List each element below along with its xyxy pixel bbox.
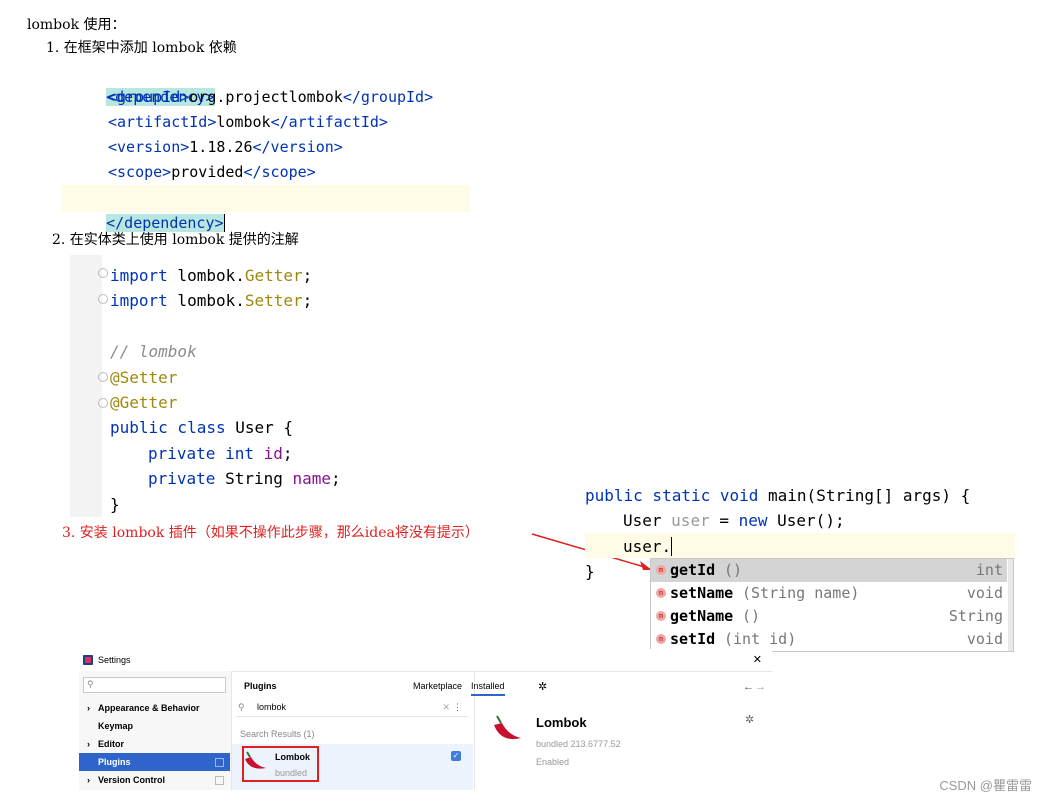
back-arrow-icon[interactable]: ← (743, 681, 754, 693)
xml-line-open: <dependency> (70, 60, 215, 106)
java-entity-code-block: import lombok.Getter; import lombok.Sett… (70, 255, 400, 517)
xml-line-groupid: <groupId>org.projectlombok</groupId> (108, 88, 434, 106)
project-scope-icon (215, 776, 224, 785)
setter-annotation: @Setter (110, 368, 178, 387)
heading: lombok 使用： (27, 17, 126, 33)
chili-pepper-icon (494, 715, 521, 740)
completion-item-getid[interactable]: m getId () int (651, 559, 1007, 582)
detail-version: bundled 213.6777.52 (536, 739, 621, 749)
main-close-brace: } (585, 562, 595, 581)
settings-title: Settings (98, 655, 131, 665)
enabled-checkbox[interactable]: ✓ (451, 751, 461, 761)
field-name: private String name; (148, 469, 341, 488)
project-scope-icon (215, 758, 224, 767)
gear-icon[interactable]: ✲ (745, 713, 754, 726)
import-line-2: import lombok.Setter; (110, 291, 313, 310)
completion-item-getname[interactable]: m getName () String (651, 605, 1007, 628)
tab-marketplace[interactable]: Marketplace (413, 681, 462, 691)
comment-line: // lombok (110, 342, 197, 361)
plugin-search-input[interactable]: ⚲ lombok ✕ ⋮ (236, 699, 468, 717)
method-icon: m (656, 565, 666, 575)
chevron-right-icon: › (87, 739, 90, 749)
settings-titlebar: Settings ✕ (79, 649, 772, 672)
step-2-text: 2. 在实体类上使用 lombok 提供的注解 (52, 232, 299, 248)
method-icon: m (656, 634, 666, 644)
fold-marker-icon[interactable] (98, 294, 108, 304)
chevron-right-icon: › (87, 775, 90, 785)
plugins-header: Plugins (244, 681, 277, 691)
popup-scrollbar[interactable] (1008, 559, 1013, 651)
nav-item-keymap[interactable]: Keymap (79, 717, 230, 735)
plugin-name: Lombok (275, 752, 310, 762)
main-signature: public static void main(String[] args) { (585, 486, 971, 505)
forward-arrow-icon[interactable]: → (755, 681, 766, 693)
search-results-label: Search Results (1) (240, 729, 315, 739)
fold-marker-icon[interactable] (98, 398, 108, 408)
nav-item-editor[interactable]: › Editor (79, 735, 230, 753)
completion-item-setid[interactable]: m setId (int id) void (651, 628, 1007, 651)
fold-marker-icon[interactable] (98, 268, 108, 278)
settings-search-input[interactable]: ⚲ (83, 677, 226, 693)
code-completion-popup[interactable]: m getId () int m setName (String name) v… (650, 558, 1014, 652)
watermark: CSDN @瞿雷雷 (939, 778, 1032, 793)
more-options-icon[interactable]: ⋮ (453, 702, 462, 713)
plugin-bundled-label: bundled (275, 768, 308, 778)
nav-item-plugins[interactable]: Plugins (79, 753, 230, 771)
intellij-logo-icon (83, 655, 93, 665)
settings-nav: ⚲ › Appearance & Behavior Keymap › Editor … (79, 671, 232, 790)
xml-line-scope: <scope>provided</scope> (108, 163, 316, 181)
step-1-text: 1. 在框架中添加 lombok 依赖 (46, 40, 237, 56)
search-icon: ⚲ (87, 679, 94, 689)
method-icon: m (656, 611, 666, 621)
chevron-right-icon: › (87, 703, 90, 713)
plugin-row-lombok[interactable]: Lombok bundled ✓ (232, 744, 473, 790)
main-line-new-user: User user = new User(); (623, 511, 845, 530)
getter-annotation: @Getter (110, 393, 178, 412)
detail-plugin-name: Lombok (536, 715, 587, 730)
main-line-user-dot[interactable]: user. (623, 534, 673, 559)
class-declaration: public class User { (110, 418, 294, 437)
class-close-brace: } (110, 495, 120, 514)
field-id: private int id; (148, 444, 293, 463)
plugin-detail-panel: ← → Lombok bundled 213.6777.52 Enabled ✲ (475, 671, 772, 790)
search-icon: ⚲ (238, 702, 245, 712)
xml-line-version: <version>1.18.26</version> (108, 138, 343, 156)
fold-marker-icon[interactable] (98, 372, 108, 382)
completion-item-setname[interactable]: m setName (String name) void (651, 582, 1007, 605)
nav-item-version-control[interactable]: › Version Control (79, 771, 230, 789)
import-line-1: import lombok.Getter; (110, 266, 313, 285)
step-3-text: 3. 安装 lombok 插件（如果不操作此步骤，那么idea将没有提示） (62, 525, 479, 541)
detail-status: Enabled (536, 757, 570, 767)
chili-pepper-icon (245, 751, 266, 769)
clear-icon[interactable]: ✕ (442, 702, 450, 713)
nav-item-appearance[interactable]: › Appearance & Behavior (79, 699, 230, 717)
xml-line-artifactid: <artifactId>lombok</artifactId> (108, 113, 388, 131)
xml-line-close: </dependency> (70, 186, 225, 232)
method-icon: m (656, 588, 666, 598)
text-cursor (671, 537, 673, 556)
close-icon[interactable]: ✕ (753, 653, 762, 666)
xml-code-block: <dependency> <groupId>org.projectlombok<… (62, 56, 470, 232)
settings-window: Settings ✕ ⚲ › Appearance & Behavior Keym… (79, 649, 772, 790)
editor-gutter (70, 255, 102, 517)
